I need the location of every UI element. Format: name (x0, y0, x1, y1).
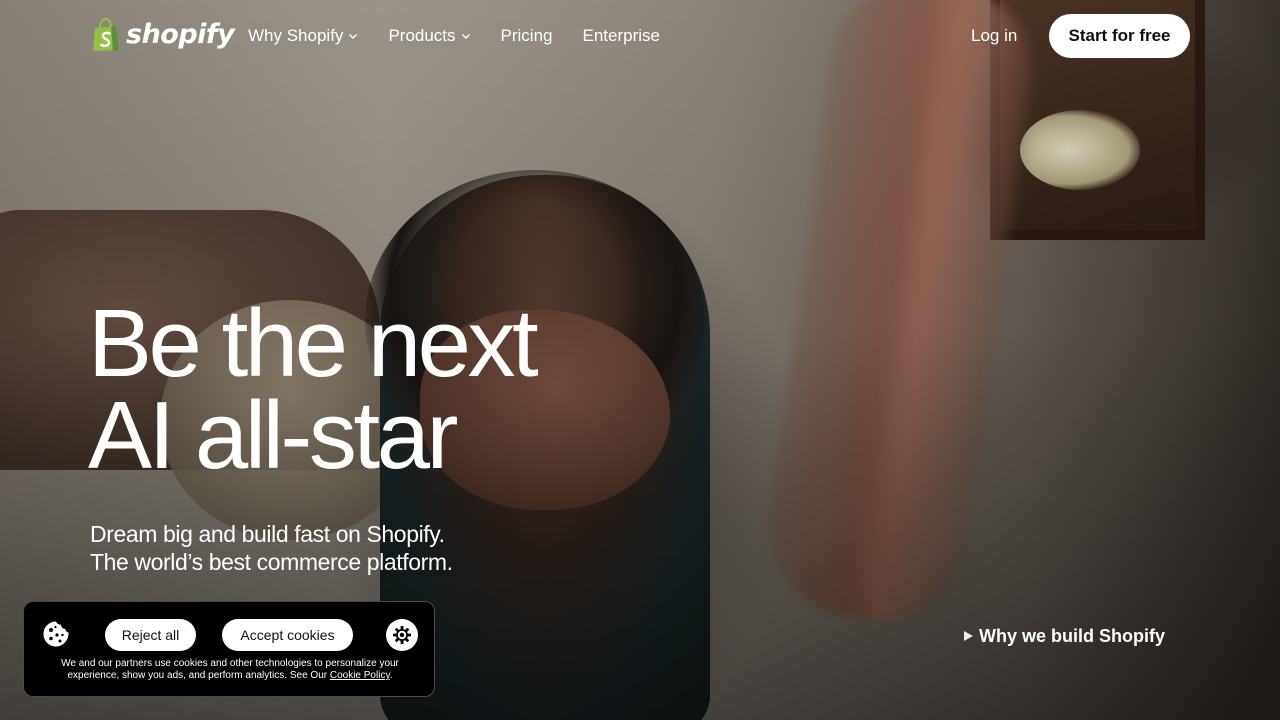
cookie-message-line-2: experience, show you ads, and perform an… (67, 670, 330, 681)
gear-icon (393, 626, 411, 644)
shopify-logo[interactable]: shopify (90, 18, 235, 52)
cookie-message-end: . (389, 670, 393, 681)
subhead-line-1: Dream big and build fast on Shopify. (90, 521, 445, 547)
primary-nav: Why Shopify Products Pricing Enterprise (248, 24, 660, 48)
nav-enterprise[interactable]: Enterprise (583, 24, 660, 48)
accept-cookies-button[interactable]: Accept cookies (222, 619, 353, 651)
nav-why-shopify-label: Why Shopify (248, 26, 344, 45)
headline-line-2: AI all-star (88, 382, 458, 489)
chevron-down-icon (349, 34, 358, 39)
why-we-build-video-link[interactable]: Why we build Shopify (964, 624, 1165, 648)
play-icon (964, 631, 973, 641)
nav-enterprise-label: Enterprise (582, 26, 660, 45)
cookie-message-line-1: We and our partners use cookies and othe… (61, 658, 399, 669)
hero-headline: Be the next AI all-star (88, 290, 539, 489)
start-for-free-button[interactable]: Start for free (1049, 14, 1190, 58)
cookie-policy-link[interactable]: Cookie Policy (330, 670, 390, 681)
cookie-banner: Reject all Accept cookies We and our par… (23, 601, 435, 697)
nav-products[interactable]: Products (388, 24, 470, 48)
nav-products-label: Products (388, 26, 456, 45)
reject-all-button[interactable]: Reject all (105, 619, 196, 651)
brand-wordmark: shopify (126, 19, 235, 50)
cookie-settings-button[interactable] (386, 619, 418, 651)
headline-line-1: Be the next (88, 290, 539, 397)
cookie-icon (43, 621, 69, 647)
top-navigation: shopify Why Shopify Products Pricing Ent… (0, 0, 1280, 72)
nav-pricing[interactable]: Pricing (501, 24, 553, 48)
nav-why-shopify[interactable]: Why Shopify (248, 24, 358, 48)
nav-pricing-label: Pricing (500, 26, 553, 45)
hero-subheading: Dream big and build fast on Shopify. The… (90, 520, 453, 576)
subhead-line-2: The world’s best commerce platform. (90, 549, 453, 575)
shopping-bag-icon (93, 18, 119, 51)
cookie-message: We and our partners use cookies and othe… (44, 658, 416, 682)
login-link[interactable]: Log in (971, 24, 1017, 48)
chevron-down-icon (461, 34, 470, 39)
video-link-label: Why we build Shopify (979, 626, 1165, 646)
